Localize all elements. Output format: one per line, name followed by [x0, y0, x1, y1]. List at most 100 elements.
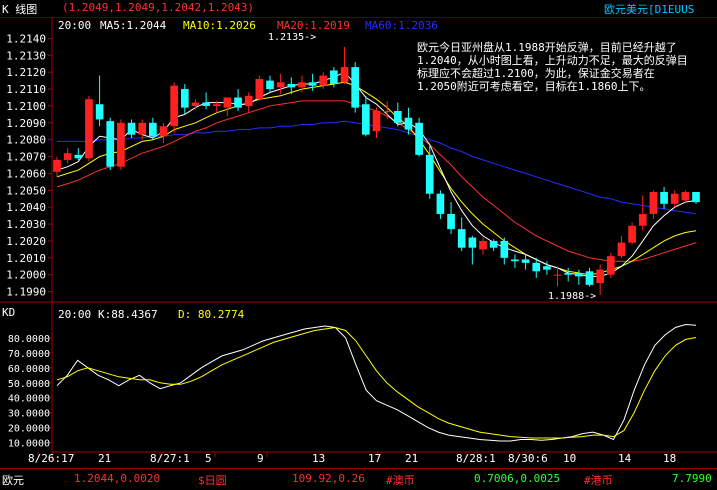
y-tick-label: 1.2080: [6, 134, 46, 147]
ma5-label: MA5:1.2044: [100, 19, 167, 32]
x-tick-label: 9: [257, 452, 264, 465]
status-item-name: 欧元: [2, 474, 24, 487]
candle-body: [85, 99, 93, 159]
x-tick-label: 8/27:1: [150, 452, 190, 465]
kd-y-tick-label: 10.0000: [8, 439, 50, 450]
title-bar: K 线图 (1.2049,1.2049,1.2042,1.2043) 欧元美元[…: [0, 0, 717, 17]
candle-body: [479, 240, 487, 250]
x-tick-label: 21: [98, 452, 111, 465]
candle-body: [638, 213, 647, 226]
candle-body: [180, 89, 189, 108]
ohlc-readout: (1.2049,1.2049,1.2042,1.2043): [62, 1, 255, 14]
candle-body: [287, 84, 296, 88]
candle-body: [532, 262, 541, 272]
candle-body: [138, 122, 147, 135]
y-tick-label: 1.2020: [6, 235, 46, 248]
candle-body: [393, 111, 402, 123]
kd-y-tick-label: 40.0000: [8, 394, 50, 405]
kd-y-tick-label: 70.0000: [8, 349, 50, 360]
candle-body: [425, 154, 434, 194]
commentary-note: 欧元今日亚州盘从1.1988开始反弹，目前已经升越了1.2040，从小时图上看，…: [417, 41, 688, 93]
candle-body: [553, 274, 562, 276]
candle-body: [234, 97, 242, 108]
candle-body: [660, 192, 668, 204]
x-tick-label: 8/26:17: [28, 452, 74, 465]
chart-title: K 线图: [2, 3, 38, 16]
candle-body: [628, 225, 636, 243]
kd-d-line: [56, 326, 697, 439]
y-tick-label: 1.2100: [6, 100, 46, 113]
candle-body: [308, 82, 317, 86]
candle-body: [298, 82, 306, 88]
candle-body: [617, 242, 626, 257]
candle-body: [276, 82, 285, 88]
candle-body: [404, 117, 413, 130]
y-tick-label: 1.2140: [6, 32, 46, 45]
candle-body: [351, 67, 360, 108]
candle-body: [223, 97, 232, 108]
ma60-label: MA60:1.2036: [365, 19, 438, 32]
candle-body: [585, 271, 594, 285]
candle-body: [564, 273, 573, 275]
kd-y-tick-label: 50.0000: [8, 379, 50, 390]
status-item-value: 1.2044,0.0020: [74, 472, 161, 485]
candle-body: [521, 259, 530, 263]
kd-y-tick-label: 80.0000: [8, 334, 50, 345]
candle-body: [575, 273, 583, 277]
x-tick-label: 21: [405, 452, 418, 465]
candle-body: [191, 102, 200, 106]
y-tick-label: 1.2030: [6, 218, 46, 231]
x-tick-label: 18: [663, 452, 676, 465]
candle-body: [255, 78, 264, 100]
main-time-label: 20:00: [58, 19, 92, 32]
x-tick-label: 8/30:6: [508, 452, 548, 465]
x-tick-label: 14: [618, 452, 632, 465]
candle-body: [170, 85, 178, 127]
status-item-name: #港币: [584, 474, 613, 487]
candle-body: [127, 122, 136, 135]
candle-body: [692, 192, 700, 203]
candle-body: [681, 192, 690, 201]
d-value-label: D: 80.2774: [178, 308, 245, 321]
candle-body: [383, 111, 391, 112]
y-tick-label: 1.2040: [6, 201, 46, 214]
x-tick-label: 10: [563, 452, 576, 465]
kd-panel-title: KD: [2, 306, 16, 319]
high-annotation: 1.2135->: [268, 32, 317, 43]
status-bar: 欧元 1.2044,0.0020 $日圆 109.92,0.26 #澳币 0.7…: [0, 468, 717, 490]
candle-body: [330, 70, 338, 84]
candle-body: [436, 193, 445, 214]
candle-body: [489, 240, 498, 248]
x-tick-label: 5: [205, 452, 212, 465]
candle-body: [244, 95, 253, 106]
candle-body: [212, 104, 221, 106]
candle-body: [74, 154, 83, 159]
candle-body: [319, 75, 328, 86]
ma10-label: MA10:1.2026: [183, 19, 256, 32]
y-tick-label: 1.2000: [6, 269, 46, 282]
candle-body: [457, 229, 466, 248]
candle-body: [63, 153, 72, 160]
low-annotation: 1.1988->: [548, 291, 597, 302]
candle-body: [649, 192, 658, 214]
candle-body: [447, 213, 455, 230]
y-tick-label: 1.2010: [6, 252, 46, 265]
candle-body: [606, 256, 615, 275]
k-value-label: K:88.4367: [98, 308, 158, 321]
candle-body: [362, 104, 370, 135]
candle-body: [372, 111, 381, 132]
candle-body: [149, 122, 157, 137]
y-tick-label: 1.2110: [6, 83, 46, 96]
kd-k-line: [56, 323, 697, 442]
status-item-name: #澳币: [386, 474, 415, 487]
candle-body: [596, 269, 604, 284]
status-item-value: 7.7990: [672, 472, 712, 485]
y-tick-label: 1.2070: [6, 151, 46, 164]
candle-body: [340, 67, 349, 83]
candle-body: [53, 159, 61, 172]
candle-body: [468, 237, 477, 248]
y-tick-label: 1.2130: [6, 49, 46, 62]
candle-body: [202, 102, 210, 106]
y-tick-label: 1.1990: [6, 286, 46, 299]
kd-time-label: 20:00: [58, 308, 92, 321]
